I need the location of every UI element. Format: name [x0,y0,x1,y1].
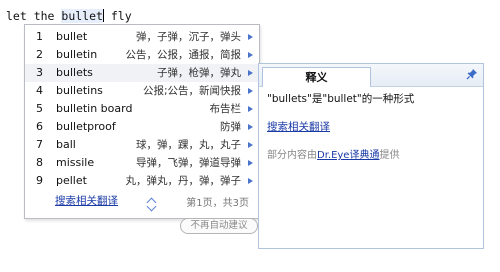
definition-text: "bullets"是"bullet"的一种形式 [267,93,415,105]
suggestion-word: pellet [56,174,87,187]
suggestion-number: 8 [36,156,43,169]
suggestion-word: bullet [56,30,88,43]
pin-icon[interactable] [466,68,478,80]
suggestion-number: 7 [36,138,43,151]
editor-text-line[interactable]: let the bullet fly [6,9,132,23]
panel-header: 释义 [259,64,483,87]
panel-body: "bullets"是"bullet"的一种形式 搜索相关翻译 部分内容由Dr.E… [267,90,475,161]
suggestion-meaning: 防弹 [220,121,241,133]
panel-search-link[interactable]: 搜索相关翻译 [267,119,330,134]
suggestion-meaning: 公报;公告，新闻快报 [142,85,241,97]
suggestion-item[interactable]: 1 bullet 弹，子弹，沉子，弹头 [25,28,259,46]
suggestion-item[interactable]: 2 bulletin 公告，公报，通报，简报 [25,46,259,64]
suggestion-number: 6 [36,120,43,133]
expand-arrow-icon[interactable] [248,124,253,130]
suggestion-item[interactable]: 8 missile 导弹，飞弹，弹道导弹 [25,154,259,172]
suggestion-meaning: 球，弹，踝，丸，丸子 [136,139,241,151]
suggestion-number: 3 [36,66,43,79]
expand-arrow-icon[interactable] [248,160,253,166]
suggestion-number: 2 [36,48,43,61]
expand-arrow-icon[interactable] [248,52,253,58]
suggestion-item[interactable]: 5 bulletin board 布告栏 [25,100,259,118]
credit-line: 部分内容由Dr.Eye译典通提供 [267,146,475,161]
suggestion-meaning: 子弹，枪弹，弹丸 [157,67,241,79]
tab-definition[interactable]: 释义 [262,67,371,87]
suggestion-item[interactable]: 9 pellet 丸，弹丸，丹，弹，弹子 [25,172,259,190]
suggestion-meaning: 丸，弹丸，丹，弹，弹子 [125,175,242,187]
definition-panel: 释义 "bullets"是"bullet"的一种形式 搜索相关翻译 部分内容由D… [258,63,484,249]
expand-arrow-icon[interactable] [248,34,253,40]
expand-arrow-icon[interactable] [248,88,253,94]
credit-prefix: 部分内容由 [267,150,317,161]
suggestion-item[interactable]: 4 bulletins 公报;公告，新闻快报 [25,82,259,100]
search-related-link[interactable]: 搜索相关翻译 [55,193,118,208]
suggestion-number: 4 [36,84,43,97]
suggestion-item[interactable]: 6 bulletproof 防弹 [25,118,259,136]
suggestion-number: 5 [36,102,43,115]
editor-highlighted-word: bullet [61,9,103,23]
suggestion-footer: 搜索相关翻译 第1页，共3页 [25,191,259,213]
editor-text-after: fly [103,9,132,23]
suggestion-popup: 1 bullet 弹，子弹，沉子，弹头 2 bulletin 公告，公报，通报，简报 3 bu… [24,24,260,219]
suggestion-meaning: 布告栏 [209,103,242,115]
suggestion-word: missile [56,156,95,169]
suggestion-word: bulletin board [56,102,133,115]
suggestion-item[interactable]: 7 ball 球，弹，踝，丸，丸子 [25,136,259,154]
suggestion-number: 9 [36,174,43,187]
expand-arrow-icon[interactable] [248,142,253,148]
expand-arrow-icon[interactable] [248,178,253,184]
suggestion-word: bulletin [56,48,98,61]
suggestion-meaning: 弹，子弹，沉子，弹头 [136,31,241,43]
expand-arrow-icon[interactable] [248,70,253,76]
suggestion-number: 1 [36,30,43,43]
suggestion-word: ball [56,138,76,151]
suggestion-item[interactable]: 3 bullets 子弹，枪弹，弹丸 [25,64,259,82]
dr-eye-link[interactable]: Dr.Eye译典通 [317,150,379,161]
suggestion-word: bullets [56,66,93,79]
suggestion-meaning: 公告，公报，通报，简报 [125,49,242,61]
suggestion-word: bulletproof [56,120,116,133]
editor-text-before: let the [6,9,62,23]
credit-suffix: 提供 [379,150,400,161]
expand-arrow-icon[interactable] [248,106,253,112]
suggestion-word: bulletins [56,84,103,97]
page-info: 第1页，共3页 [186,198,249,209]
disable-auto-suggest-button[interactable]: 不再自动建议 [180,218,258,234]
suggestion-meaning: 导弹，飞弹，弹道导弹 [136,157,241,169]
page-scroll-arrows[interactable] [146,193,158,212]
